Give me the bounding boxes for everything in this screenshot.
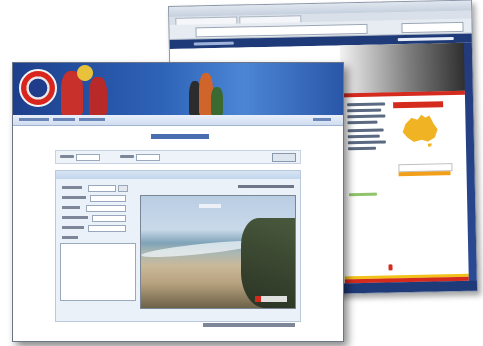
text-line: [347, 146, 377, 151]
text-line: [347, 128, 384, 133]
photo-caption: [199, 204, 221, 208]
field-label: [62, 236, 78, 239]
text-line: [347, 108, 382, 113]
nav-link[interactable]: [193, 41, 234, 46]
lifesaver-cap: [77, 65, 93, 81]
form-field: [62, 225, 136, 232]
nav-link[interactable]: [397, 37, 454, 42]
form-header: [56, 171, 300, 179]
filter-label: [60, 155, 74, 158]
text-line: [347, 120, 378, 125]
panel-header: [393, 101, 444, 109]
marker-icon: [388, 264, 393, 271]
australia-map-icon: [402, 114, 438, 147]
filter-input[interactable]: [76, 154, 100, 161]
nav-link[interactable]: [53, 118, 75, 121]
text-line: [347, 134, 380, 139]
field-label: [62, 206, 80, 209]
field-label: [62, 216, 88, 219]
beach-webcam-photo: [140, 195, 296, 309]
text-line: [347, 102, 386, 107]
field-input[interactable]: [88, 225, 126, 232]
filter-button[interactable]: [272, 153, 296, 162]
headland: [241, 218, 295, 308]
form-field: [62, 205, 136, 212]
form-field: [62, 195, 136, 202]
club-logo-icon: [19, 69, 57, 107]
field-input[interactable]: [88, 185, 116, 192]
page-title: [151, 134, 209, 139]
field-label: [62, 196, 86, 199]
hero-banner: [339, 42, 466, 94]
text-line: [347, 140, 386, 145]
watermark-logo: [261, 296, 287, 302]
lifesaver-figure: [89, 77, 107, 115]
field-input[interactable]: [90, 195, 126, 202]
form-field: [62, 215, 136, 222]
nav-link[interactable]: [19, 118, 49, 121]
person-figure: [211, 87, 223, 115]
photo-label: [238, 185, 294, 188]
text-line: [347, 114, 386, 119]
form-field: [62, 235, 136, 241]
site-nav-strip: [13, 115, 343, 126]
nav-link[interactable]: [313, 118, 331, 121]
field-input[interactable]: [92, 215, 126, 222]
field-label: [62, 226, 84, 229]
form-panel: [55, 170, 301, 322]
field-dropdown[interactable]: [118, 185, 128, 192]
site-header-banner: [13, 63, 343, 115]
browser-window-front: [12, 62, 344, 342]
form-field: [62, 185, 136, 192]
footer-link[interactable]: [203, 323, 295, 327]
search-button[interactable]: [398, 171, 451, 177]
nav-link[interactable]: [79, 118, 105, 121]
filter-label: [120, 155, 134, 158]
page-edge-bar: [463, 42, 478, 291]
front-page-content: [13, 126, 343, 341]
text-link[interactable]: [348, 192, 378, 197]
field-label: [62, 186, 82, 189]
filter-row: [55, 150, 301, 164]
filter-input[interactable]: [136, 154, 160, 161]
browser-search-field[interactable]: [401, 21, 464, 34]
notes-textarea[interactable]: [60, 243, 136, 301]
field-input[interactable]: [86, 205, 126, 212]
